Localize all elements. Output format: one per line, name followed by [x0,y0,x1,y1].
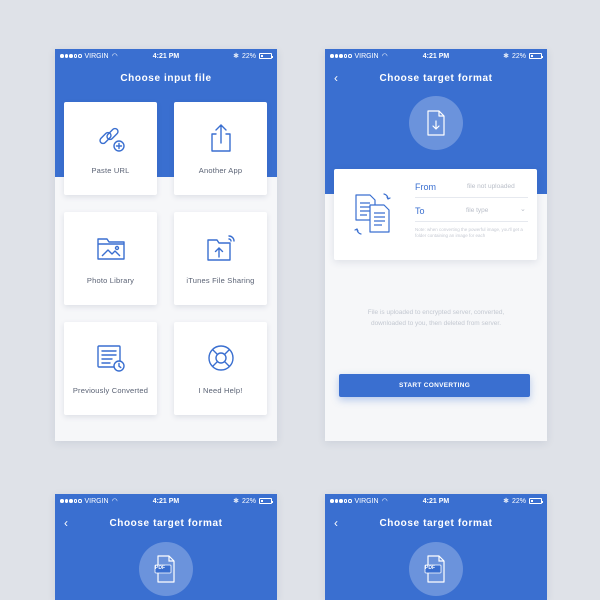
tile-label: Another App [198,166,243,175]
page-title: Choose input file [120,73,212,84]
battery-percent: 22% [241,52,256,60]
bluetooth-icon: ✱ [233,498,239,505]
signal-icon [60,54,82,58]
tile-another-app[interactable]: Another App [174,102,267,195]
battery-icon [259,498,274,504]
file-download-icon [427,110,445,136]
privacy-info: File is uploaded to encrypted server, co… [367,309,505,327]
carrier-name: VIRGIN [354,497,379,505]
battery-icon [529,53,544,59]
carrier-name: VIRGIN [354,52,379,60]
battery-percent: 22% [241,497,256,505]
pdf-badge: PDF [139,542,193,596]
carrier-name: VIRGIN [84,497,109,505]
battery-percent: 22% [511,497,526,505]
tile-photo-library[interactable]: Photo Library [64,212,157,305]
start-converting-button[interactable]: START CONVERTING [339,374,530,397]
signal-icon [330,54,352,58]
from-value: file not uploaded [467,183,515,190]
carrier-name: VIRGIN [84,52,109,60]
pdf-badge: PDF [409,542,463,596]
tile-label: I Need Help! [198,386,243,395]
tile-i-need-help[interactable]: I Need Help! [174,322,267,415]
conversion-card: From file not uploaded To file type ⌄ No… [334,169,537,260]
page-title: Choose target format [379,73,493,84]
chevron-down-icon[interactable]: ⌄ [520,205,526,213]
status-bar: VIRGIN ◠ 4:21 PM ✱ 22% [325,494,547,508]
tile-itunes-file-sharing[interactable]: iTunes File Sharing [174,212,267,305]
status-bar: VIRGIN ◠ 4:21 PM ✱ 22% [325,49,547,63]
page-title: Choose target format [109,518,223,529]
status-bar: VIRGIN ◠ 4:21 PM ✱ 22% [55,494,277,508]
wifi-icon: ◠ [111,498,118,505]
tile-previously-converted[interactable]: Previously Converted [64,322,157,415]
wifi-icon: ◠ [381,53,388,60]
history-document-icon [96,345,125,372]
photo-folder-icon [96,238,125,260]
battery-icon [529,498,544,504]
back-chevron-icon[interactable]: ‹ [334,71,338,85]
folder-wireless-icon [206,235,235,261]
tile-label: iTunes File Sharing [186,276,255,285]
page-title: Choose target format [379,518,493,529]
file-type-select[interactable]: file type [466,207,488,214]
convert-documents-icon [354,193,391,235]
lifebuoy-icon [207,345,234,371]
screen-choose-target-format-pdf: VIRGIN ◠ 4:21 PM ✱ 22% ‹ Choose target f… [55,494,277,600]
bluetooth-icon: ✱ [503,53,509,60]
status-bar: VIRGIN ◠ 4:21 PM ✱ 22% [55,49,277,63]
share-icon [210,124,231,152]
header: VIRGIN ◠ 4:21 PM ✱ 22% ‹ Choose target f… [55,494,277,600]
screen-choose-target-format: VIRGIN ◠ 4:21 PM ✱ 22% ‹ Choose target f… [325,49,547,441]
divider [415,221,528,222]
from-label: From [415,182,436,192]
input-source-grid: Paste URL Another App Photo Library iTun… [64,102,267,415]
file-download-badge [409,96,463,150]
signal-icon [60,499,82,503]
pdf-label: PDF [425,565,435,571]
header: VIRGIN ◠ 4:21 PM ✱ 22% ‹ Choose target f… [325,494,547,600]
tile-paste-url[interactable]: Paste URL [64,102,157,195]
back-chevron-icon[interactable]: ‹ [64,516,68,530]
link-add-icon [98,127,125,152]
to-label: To [415,206,425,216]
wifi-icon: ◠ [381,498,388,505]
divider [415,197,528,198]
bluetooth-icon: ✱ [233,53,239,60]
screen-choose-input-file: VIRGIN ◠ 4:21 PM ✱ 22% Choose input file… [55,49,277,441]
tile-label: Photo Library [86,276,135,285]
battery-icon [259,53,274,59]
tile-label: Paste URL [91,166,130,175]
conversion-note: Note: when converting the powerful image… [415,227,523,238]
battery-percent: 22% [511,52,526,60]
tile-label: Previously Converted [72,386,149,395]
pdf-label: PDF [155,565,165,571]
back-chevron-icon[interactable]: ‹ [334,516,338,530]
screen-choose-target-format-pdf-alt: VIRGIN ◠ 4:21 PM ✱ 22% ‹ Choose target f… [325,494,547,600]
bluetooth-icon: ✱ [503,498,509,505]
wifi-icon: ◠ [111,53,118,60]
signal-icon [330,499,352,503]
